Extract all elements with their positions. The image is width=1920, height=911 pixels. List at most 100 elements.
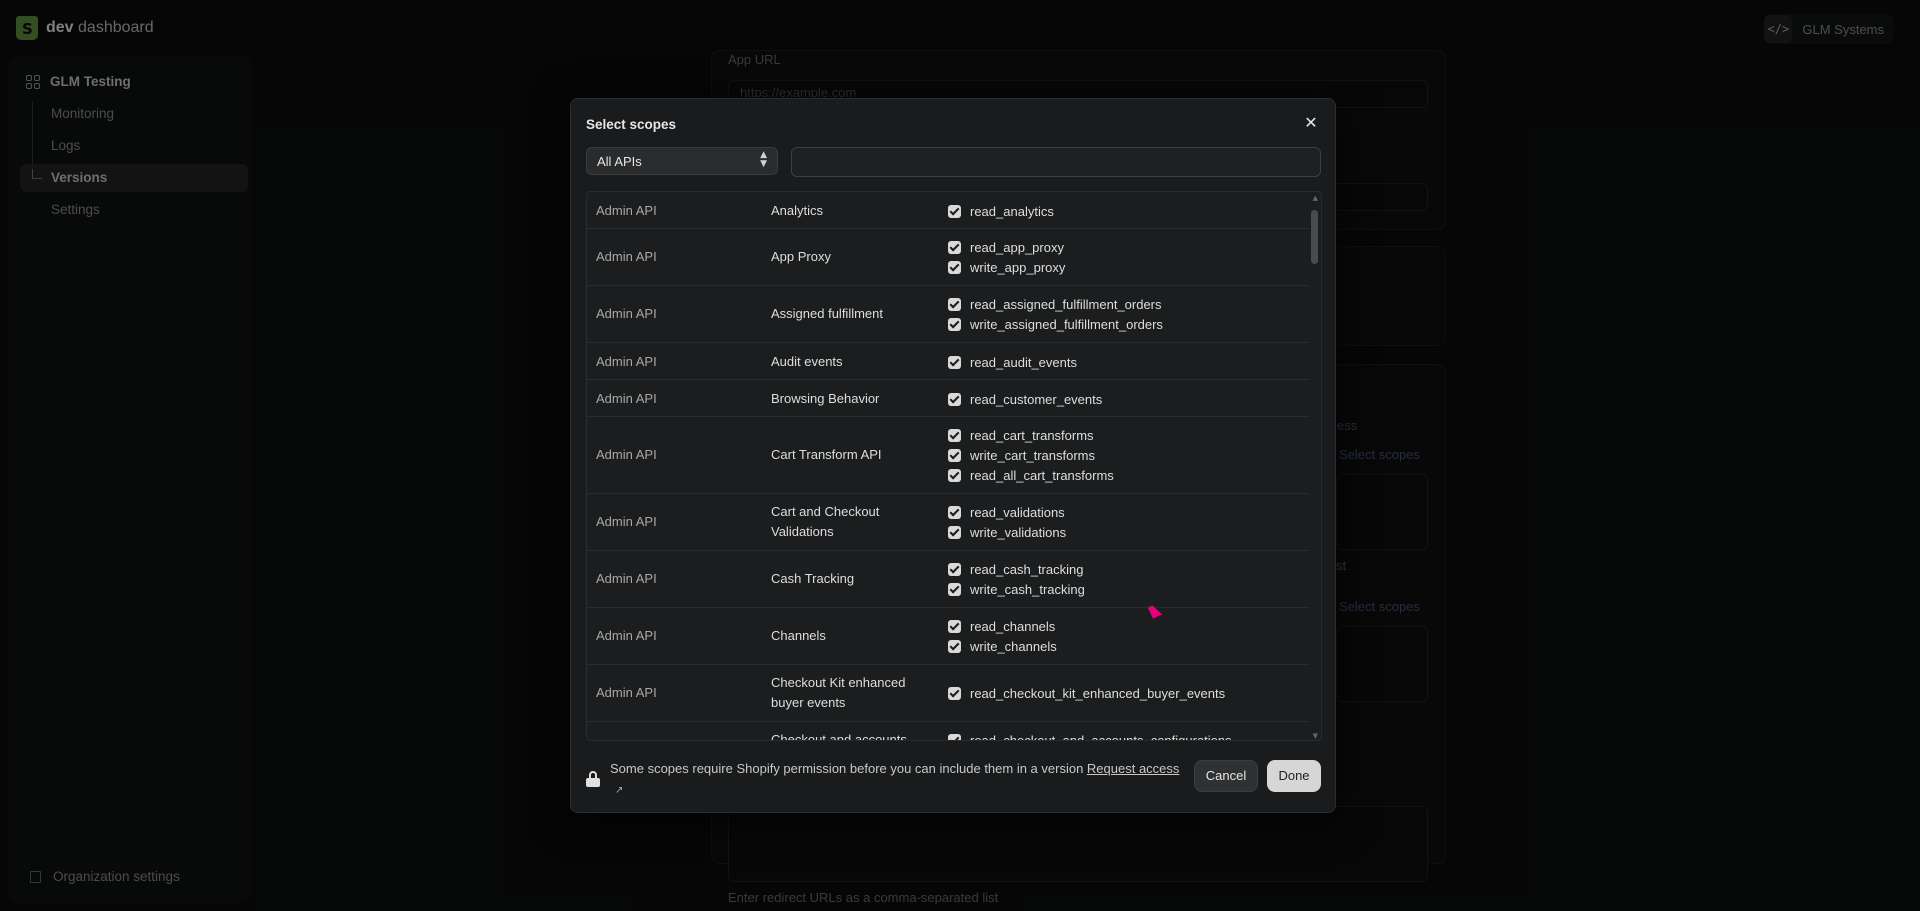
select-scopes-modal: Select scopes ✕ All APIs ▲ ▼ Admin API An… — [570, 98, 1336, 813]
checkbox-checked-icon — [948, 355, 961, 369]
scope-checkbox[interactable]: write_validations — [948, 522, 1066, 542]
table-row: Admin API Cart Transform API read_cart_t… — [587, 417, 1309, 494]
scroll-down-icon[interactable]: ▼ — [1313, 732, 1318, 740]
checkbox-checked-icon — [948, 619, 961, 633]
table-row: Admin API Audit events read_audit_events — [587, 343, 1309, 380]
row-api: Admin API — [596, 514, 657, 529]
scope-label: write_channels — [970, 638, 1057, 654]
scope-label: write_cash_tracking — [970, 581, 1085, 597]
scope-label: write_validations — [970, 524, 1067, 540]
scope-search-input[interactable] — [791, 147, 1321, 177]
scope-checkbox[interactable]: read_checkout_and_accounts_configuration… — [948, 730, 1232, 741]
row-area: Cash Tracking — [771, 571, 855, 586]
done-button[interactable]: Done — [1267, 760, 1321, 792]
scope-checkbox[interactable]: write_app_proxy — [948, 257, 1065, 277]
checkbox-checked-icon — [948, 240, 961, 254]
scope-checkbox[interactable]: write_cart_transforms — [948, 445, 1095, 465]
scope-checkbox[interactable]: read_all_cart_transforms — [948, 465, 1114, 485]
scroll-thumb[interactable] — [1311, 210, 1318, 264]
table-row: Admin API Assigned fulfillment read_assi… — [587, 286, 1309, 343]
scope-checkbox[interactable]: read_assigned_fulfillment_orders — [948, 294, 1162, 314]
row-api: Admin API — [596, 354, 657, 369]
row-api: Admin API — [596, 391, 657, 406]
external-link-icon: ↗ — [615, 785, 624, 796]
modal-title: Select scopes — [586, 117, 677, 132]
row-area: Checkout and accounts — [771, 732, 907, 741]
row-area: Analytics — [771, 203, 824, 218]
scope-checkbox[interactable]: read_customer_events — [948, 389, 1102, 409]
table-scrollbar[interactable]: ▲ ▼ — [1308, 192, 1321, 740]
scope-checkbox[interactable]: read_analytics — [948, 201, 1054, 221]
table-row: Checkout and accounts read_checkout_and_… — [587, 722, 1309, 741]
row-area: Assigned fulfillment — [771, 306, 883, 321]
table-row: Admin API Cart and Checkout Validations … — [587, 494, 1309, 551]
row-api: Admin API — [596, 249, 657, 264]
scope-label: read_audit_events — [970, 354, 1077, 370]
scroll-up-icon[interactable]: ▲ — [1313, 194, 1318, 202]
scope-checkbox[interactable]: write_assigned_fulfillment_orders — [948, 314, 1163, 334]
checkbox-checked-icon — [948, 562, 961, 576]
close-icon[interactable]: ✕ — [1301, 113, 1321, 133]
scope-label: write_cart_transforms — [970, 447, 1095, 463]
scope-checkbox[interactable]: read_checkout_kit_enhanced_buyer_events — [948, 683, 1225, 703]
row-api: Admin API — [596, 447, 657, 462]
scope-label: read_cash_tracking — [970, 561, 1084, 577]
scope-checkbox[interactable]: read_audit_events — [948, 352, 1077, 372]
request-access-link[interactable]: Request access — [1087, 761, 1180, 776]
checkbox-checked-icon — [948, 686, 961, 700]
scope-label: write_app_proxy — [970, 259, 1066, 275]
row-area: Channels — [771, 628, 826, 643]
scope-label: read_checkout_kit_enhanced_buyer_events — [970, 685, 1226, 701]
checkbox-checked-icon — [948, 428, 961, 442]
checkbox-checked-icon — [948, 448, 961, 462]
table-row: Admin API Channels read_channels write_c… — [587, 608, 1309, 665]
scope-label: read_assigned_fulfillment_orders — [970, 296, 1162, 312]
checkbox-checked-icon — [948, 733, 961, 740]
row-area: Checkout Kit enhanced buyer events — [771, 675, 906, 710]
scope-label: read_cart_transforms — [970, 427, 1094, 443]
scope-label: read_channels — [970, 618, 1056, 634]
checkbox-checked-icon — [948, 468, 961, 482]
row-area: App Proxy — [771, 249, 831, 264]
row-area: Cart Transform API — [771, 447, 882, 462]
scope-checkbox[interactable]: read_cash_tracking — [948, 559, 1083, 579]
table-row: Admin API Analytics read_analytics — [587, 192, 1309, 229]
api-filter-select[interactable]: All APIs ▲ ▼ — [586, 147, 778, 175]
table-row: Admin API Checkout Kit enhanced buyer ev… — [587, 665, 1309, 722]
api-filter-value: All APIs — [597, 154, 642, 169]
table-row: Admin API Cash Tracking read_cash_tracki… — [587, 551, 1309, 608]
checkbox-checked-icon — [948, 582, 961, 596]
checkbox-checked-icon — [948, 260, 961, 274]
checkbox-checked-icon — [948, 392, 961, 406]
row-area: Browsing Behavior — [771, 391, 880, 406]
row-api: Admin API — [596, 306, 657, 321]
scope-label: read_checkout_and_accounts_configuration… — [970, 732, 1232, 741]
checkbox-checked-icon — [948, 639, 961, 653]
scope-label: read_app_proxy — [970, 239, 1064, 255]
cancel-button[interactable]: Cancel — [1194, 760, 1258, 792]
lock-icon — [586, 771, 600, 787]
row-area: Cart and Checkout Validations — [771, 504, 880, 539]
scope-checkbox[interactable]: write_cash_tracking — [948, 579, 1085, 599]
row-area: Audit events — [771, 354, 843, 369]
checkbox-checked-icon — [948, 505, 961, 519]
table-row: Admin API App Proxy read_app_proxy write… — [587, 229, 1309, 286]
row-api: Admin API — [596, 628, 657, 643]
scope-checkbox[interactable]: read_channels — [948, 616, 1055, 636]
checkbox-checked-icon — [948, 317, 961, 331]
row-api: Admin API — [596, 685, 657, 700]
select-arrows-icon: ▲ ▼ — [760, 150, 767, 169]
scope-checkbox[interactable]: read_app_proxy — [948, 237, 1064, 257]
permission-notice: Some scopes require Shopify permission b… — [610, 759, 1180, 801]
scope-checkbox[interactable]: read_validations — [948, 502, 1065, 522]
checkbox-checked-icon — [948, 204, 961, 218]
row-api: Admin API — [596, 203, 657, 218]
scope-label: read_analytics — [970, 203, 1054, 219]
row-api: Admin API — [596, 571, 657, 586]
scope-checkbox[interactable]: read_cart_transforms — [948, 425, 1094, 445]
scope-label: read_validations — [970, 504, 1065, 520]
scope-checkbox[interactable]: write_channels — [948, 636, 1057, 656]
scope-label: read_all_cart_transforms — [970, 467, 1114, 483]
checkbox-checked-icon — [948, 297, 961, 311]
table-row: Admin API Browsing Behavior read_custome… — [587, 380, 1309, 417]
